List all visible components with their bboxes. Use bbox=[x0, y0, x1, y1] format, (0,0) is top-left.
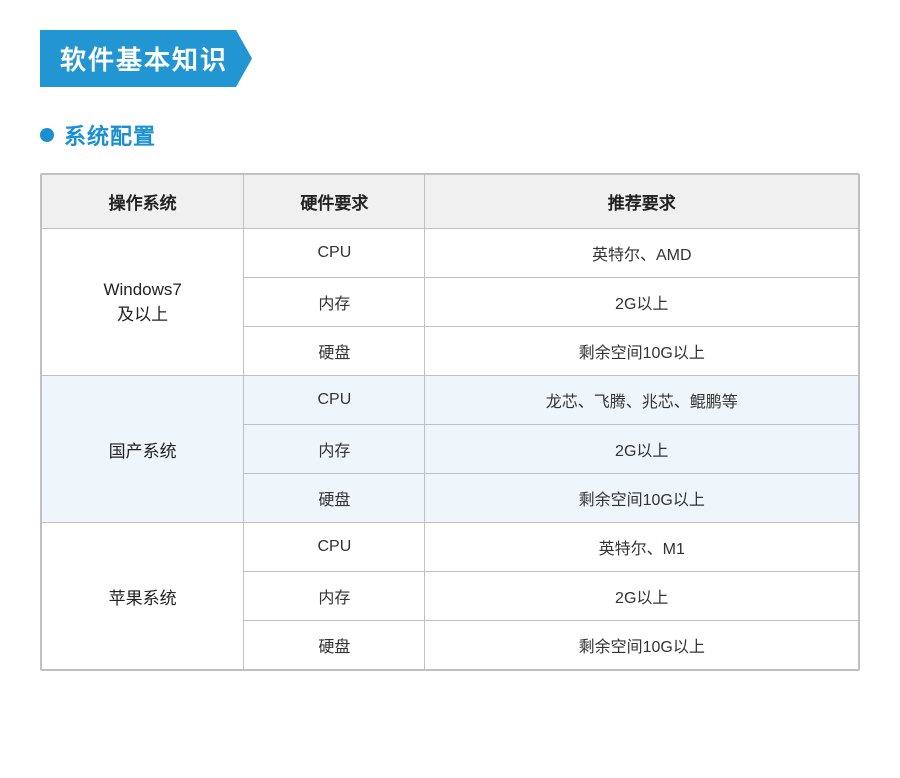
rec-cell: 剩余空间10G以上 bbox=[425, 474, 859, 523]
rec-cell: 2G以上 bbox=[425, 278, 859, 327]
hw-cell: 内存 bbox=[244, 572, 425, 621]
rec-cell: 2G以上 bbox=[425, 572, 859, 621]
config-table: 操作系统 硬件要求 推荐要求 Windows7 及以上CPU英特尔、AMD内存2… bbox=[41, 174, 859, 670]
os-cell: 苹果系统 bbox=[42, 523, 244, 670]
os-cell: 国产系统 bbox=[42, 376, 244, 523]
col-header-os: 操作系统 bbox=[42, 175, 244, 229]
rec-cell: 剩余空间10G以上 bbox=[425, 621, 859, 670]
hw-cell: 硬盘 bbox=[244, 621, 425, 670]
hw-cell: 内存 bbox=[244, 278, 425, 327]
hw-cell: CPU bbox=[244, 523, 425, 572]
hw-cell: 内存 bbox=[244, 425, 425, 474]
rec-cell: 龙芯、飞腾、兆芯、鲲鹏等 bbox=[425, 376, 859, 425]
hw-cell: CPU bbox=[244, 376, 425, 425]
table-row: 苹果系统CPU英特尔、M1 bbox=[42, 523, 859, 572]
hw-cell: 硬盘 bbox=[244, 474, 425, 523]
title-banner: 软件基本知识 bbox=[40, 30, 252, 87]
col-header-rec: 推荐要求 bbox=[425, 175, 859, 229]
config-table-wrapper: 操作系统 硬件要求 推荐要求 Windows7 及以上CPU英特尔、AMD内存2… bbox=[40, 173, 860, 671]
hw-cell: 硬盘 bbox=[244, 327, 425, 376]
rec-cell: 2G以上 bbox=[425, 425, 859, 474]
rec-cell: 英特尔、M1 bbox=[425, 523, 859, 572]
bullet-dot-icon bbox=[40, 128, 54, 142]
section-title: 系统配置 bbox=[64, 119, 156, 151]
os-cell: Windows7 及以上 bbox=[42, 229, 244, 376]
rec-cell: 英特尔、AMD bbox=[425, 229, 859, 278]
table-row: Windows7 及以上CPU英特尔、AMD bbox=[42, 229, 859, 278]
section-header: 系统配置 bbox=[40, 119, 860, 151]
rec-cell: 剩余空间10G以上 bbox=[425, 327, 859, 376]
page-title: 软件基本知识 bbox=[60, 40, 228, 77]
page-container: 软件基本知识 系统配置 操作系统 硬件要求 推荐要求 Windows7 及以上C… bbox=[0, 0, 900, 778]
hw-cell: CPU bbox=[244, 229, 425, 278]
col-header-hw: 硬件要求 bbox=[244, 175, 425, 229]
table-row: 国产系统CPU龙芯、飞腾、兆芯、鲲鹏等 bbox=[42, 376, 859, 425]
table-header-row: 操作系统 硬件要求 推荐要求 bbox=[42, 175, 859, 229]
